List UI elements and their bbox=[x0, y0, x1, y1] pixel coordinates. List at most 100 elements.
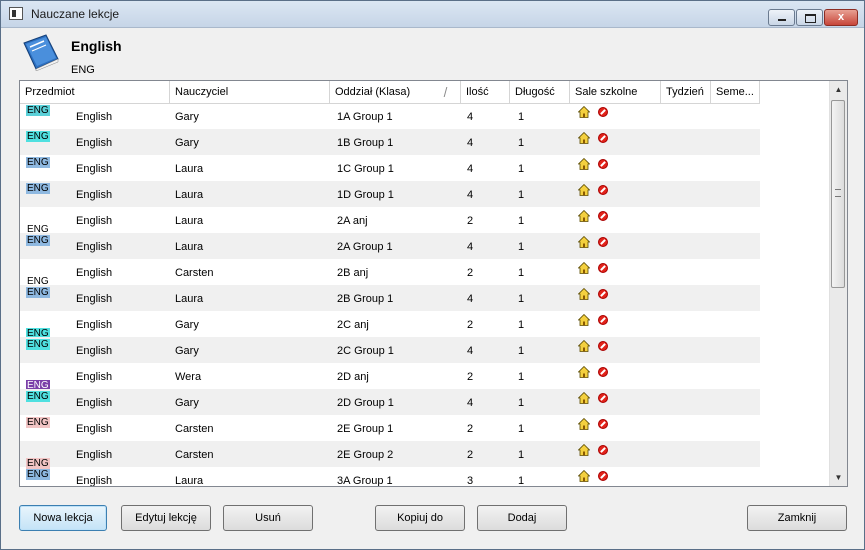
teacher-cell: Gary bbox=[175, 111, 199, 123]
class-cell: 2B anj bbox=[337, 267, 369, 279]
table-row[interactable]: ENG English Laura 1D Group 1 4 1 bbox=[20, 181, 760, 207]
rooms-cell[interactable] bbox=[577, 261, 618, 276]
column-header-rooms[interactable]: Sale szkolne bbox=[570, 81, 661, 103]
rooms-cell[interactable] bbox=[577, 235, 618, 250]
count-cell: 4 bbox=[467, 163, 474, 175]
rooms-cell[interactable] bbox=[577, 365, 618, 380]
rooms-cell[interactable] bbox=[577, 105, 618, 120]
class-cell: 2A anj bbox=[337, 215, 368, 227]
table-row[interactable]: ENG English Gary 2C anj 2 1 bbox=[20, 311, 760, 339]
column-header-subject[interactable]: Przedmiot bbox=[20, 81, 170, 103]
rooms-cell[interactable] bbox=[577, 391, 618, 406]
class-cell: 1A Group 1 bbox=[337, 111, 393, 123]
count-cell: 4 bbox=[467, 345, 474, 357]
subject-cell: English bbox=[76, 267, 113, 279]
rooms-cell[interactable] bbox=[577, 469, 618, 484]
count-cell: 4 bbox=[467, 137, 474, 149]
table-row[interactable]: ENG English Wera 2D anj 2 1 bbox=[20, 363, 760, 391]
rooms-cell[interactable] bbox=[577, 443, 618, 458]
close-button[interactable]: Zamknij bbox=[747, 505, 847, 531]
add-button[interactable]: Dodaj bbox=[477, 505, 567, 531]
column-header-semester[interactable]: Seme... bbox=[711, 81, 760, 103]
scroll-down-arrow-icon[interactable]: ▼ bbox=[830, 469, 847, 486]
subject-badge: ENG bbox=[26, 287, 50, 298]
table-row[interactable]: ENG English Gary 1B Group 1 4 1 bbox=[20, 129, 760, 155]
copy-to-button[interactable]: Kopiuj do bbox=[375, 505, 465, 531]
subject-cell: English bbox=[76, 449, 113, 461]
maximize-button[interactable] bbox=[796, 9, 823, 26]
class-cell: 2D Group 1 bbox=[337, 397, 394, 409]
house-icon bbox=[577, 209, 591, 222]
rooms-cell[interactable] bbox=[577, 313, 618, 328]
rooms-cell[interactable] bbox=[577, 131, 618, 146]
class-cell: 2E Group 2 bbox=[337, 449, 394, 461]
count-cell: 4 bbox=[467, 189, 474, 201]
house-icon bbox=[577, 365, 591, 378]
count-cell: 2 bbox=[467, 319, 474, 331]
length-cell: 1 bbox=[518, 397, 525, 409]
table-body: ENG English Gary 1A Group 1 4 1 ENG English Gary… bbox=[20, 103, 760, 487]
close-window-button[interactable]: x bbox=[824, 9, 858, 26]
close-icon: x bbox=[837, 11, 845, 23]
rooms-cell[interactable] bbox=[577, 417, 618, 432]
column-header-count[interactable]: Ilość bbox=[461, 81, 510, 103]
prohibited-icon bbox=[598, 367, 608, 377]
subject-cell: English bbox=[76, 163, 113, 175]
rooms-cell[interactable] bbox=[577, 339, 618, 354]
subject-cell: English bbox=[76, 111, 113, 123]
table-row[interactable]: ENG English Laura 1C Group 1 4 1 bbox=[20, 155, 760, 181]
title-bar[interactable]: Nauczane lekcje x bbox=[1, 1, 864, 28]
table-row[interactable]: ENG English Gary 2C Group 1 4 1 bbox=[20, 337, 760, 363]
count-cell: 2 bbox=[467, 267, 474, 279]
count-cell: 3 bbox=[467, 475, 474, 487]
table-row[interactable]: ENG English Gary 2D Group 1 4 1 bbox=[20, 389, 760, 415]
subject-badge: ENG bbox=[26, 183, 50, 194]
table-row[interactable]: ENG English Gary 1A Group 1 4 1 bbox=[20, 103, 760, 129]
class-cell: 1C Group 1 bbox=[337, 163, 394, 175]
table-row[interactable]: ENG English Carsten 2E Group 221 bbox=[20, 441, 760, 469]
column-header-length[interactable]: Długość bbox=[510, 81, 570, 103]
lessons-table[interactable]: Przedmiot Nauczyciel Oddział (Klasa) Ilo… bbox=[19, 80, 848, 487]
new-lesson-button[interactable]: Nowa lekcja bbox=[19, 505, 107, 531]
length-cell: 1 bbox=[518, 111, 525, 123]
table-row[interactable]: ENG English Carsten 2B anj 2 1 bbox=[20, 259, 760, 287]
subject-badge: ENG bbox=[26, 105, 50, 116]
length-cell: 1 bbox=[518, 267, 525, 279]
teacher-cell: Laura bbox=[175, 215, 204, 227]
table-row[interactable]: ENG English Laura 2A anj 2 1 bbox=[20, 207, 760, 235]
table-header: Przedmiot Nauczyciel Oddział (Klasa) Ilo… bbox=[20, 81, 760, 104]
teacher-cell: Gary bbox=[175, 345, 199, 357]
column-header-week[interactable]: Tydzień bbox=[661, 81, 711, 103]
teacher-cell: Carsten bbox=[175, 267, 214, 279]
subject-cell: English bbox=[76, 137, 113, 149]
table-row[interactable]: ENG English Laura 2A Group 1 4 1 bbox=[20, 233, 760, 259]
scrollbar-thumb[interactable] bbox=[831, 100, 845, 288]
table-row[interactable]: ENG English Laura 2B Group 1 4 1 bbox=[20, 285, 760, 311]
column-header-class-label: Oddział (Klasa) bbox=[335, 86, 411, 98]
edit-lesson-button[interactable]: Edytuj lekcję bbox=[121, 505, 211, 531]
scroll-up-arrow-icon[interactable]: ▲ bbox=[830, 81, 847, 98]
rooms-cell[interactable] bbox=[577, 157, 618, 172]
minimize-button[interactable] bbox=[768, 9, 795, 26]
delete-button[interactable]: Usuń bbox=[223, 505, 313, 531]
rooms-cell[interactable] bbox=[577, 183, 618, 198]
house-icon bbox=[577, 183, 591, 196]
count-cell: 4 bbox=[467, 397, 474, 409]
length-cell: 1 bbox=[518, 319, 525, 331]
column-header-teacher[interactable]: Nauczyciel bbox=[170, 81, 330, 103]
column-header-class[interactable]: Oddział (Klasa) bbox=[330, 81, 461, 103]
rooms-cell[interactable] bbox=[577, 287, 618, 302]
count-cell: 2 bbox=[467, 423, 474, 435]
teacher-cell: Laura bbox=[175, 475, 204, 487]
prohibited-icon bbox=[598, 107, 608, 117]
table-row[interactable]: ENG English Carsten 2E Group 1 2 1 bbox=[20, 415, 760, 441]
teacher-cell: Gary bbox=[175, 137, 199, 149]
length-cell: 1 bbox=[518, 293, 525, 305]
subject-badge: ENG bbox=[26, 391, 50, 402]
subject-cell: English bbox=[76, 189, 113, 201]
table-row[interactable]: ENG English Laura 3A Group 1 3 1 bbox=[20, 467, 760, 487]
rooms-cell[interactable] bbox=[577, 209, 618, 224]
subject-cell: English bbox=[76, 397, 113, 409]
vertical-scrollbar[interactable]: ▲ ▼ bbox=[829, 81, 847, 486]
count-cell: 4 bbox=[467, 241, 474, 253]
